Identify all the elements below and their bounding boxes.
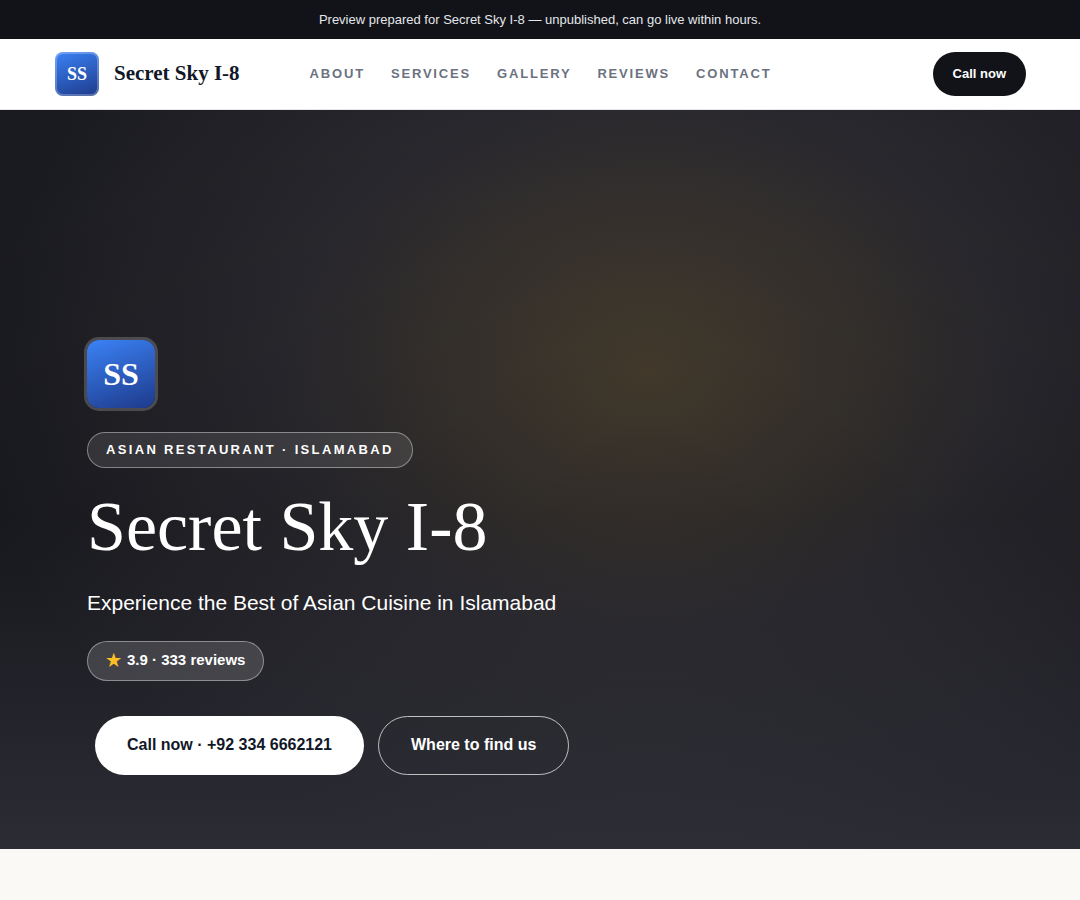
rating-text: 3.9 · 333 reviews xyxy=(127,649,245,672)
hero: SS ASIAN RESTAURANT · ISLAMABAD Secret S… xyxy=(0,110,1080,849)
nav-link[interactable]: CONTACT xyxy=(696,64,771,84)
hero-subtitle: Experience the Best of Asian Cuisine in … xyxy=(87,587,556,619)
nav-link[interactable]: ABOUT xyxy=(310,64,365,84)
call-button[interactable]: Call now xyxy=(933,52,1026,96)
nav-link[interactable]: SERVICES xyxy=(391,64,471,84)
directions-button[interactable]: Where to find us xyxy=(378,716,569,775)
hero-logo: SS xyxy=(87,340,155,408)
rating-chip: ★ 3.9 · 333 reviews xyxy=(87,641,264,681)
category-chip: ASIAN RESTAURANT · ISLAMABAD xyxy=(87,432,413,468)
nav-link[interactable]: GALLERY xyxy=(497,64,571,84)
preview-banner: Preview prepared for Secret Sky I-8 — un… xyxy=(0,0,1080,39)
main-nav: ABOUT SERVICES GALLERY REVIEWS CONTACT xyxy=(310,64,772,84)
brand-name[interactable]: Secret Sky I-8 xyxy=(114,58,240,90)
hero-title: Secret Sky I-8 xyxy=(87,488,487,565)
site-header: SS Secret Sky I-8 ABOUT SERVICES GALLERY RE… xyxy=(0,39,1080,110)
nav-link[interactable]: REVIEWS xyxy=(597,64,670,84)
star-icon: ★ xyxy=(106,648,121,674)
call-now-button[interactable]: Call now · +92 334 6662121 xyxy=(95,716,364,775)
brand-logo[interactable]: SS xyxy=(55,52,99,96)
